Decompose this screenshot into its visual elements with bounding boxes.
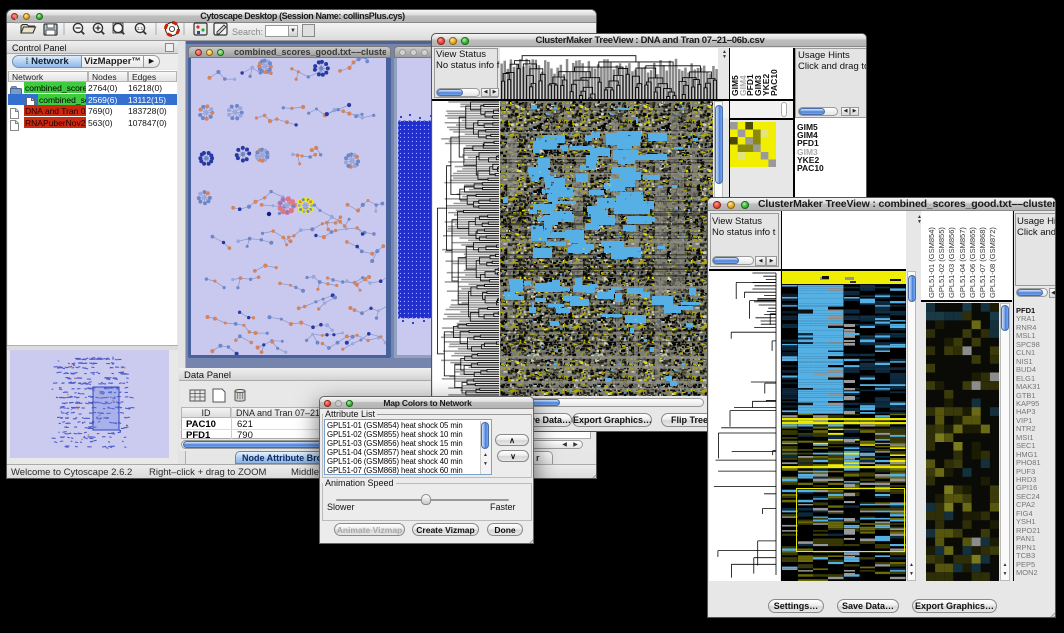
svg-text:1:1: 1:1	[137, 26, 144, 31]
